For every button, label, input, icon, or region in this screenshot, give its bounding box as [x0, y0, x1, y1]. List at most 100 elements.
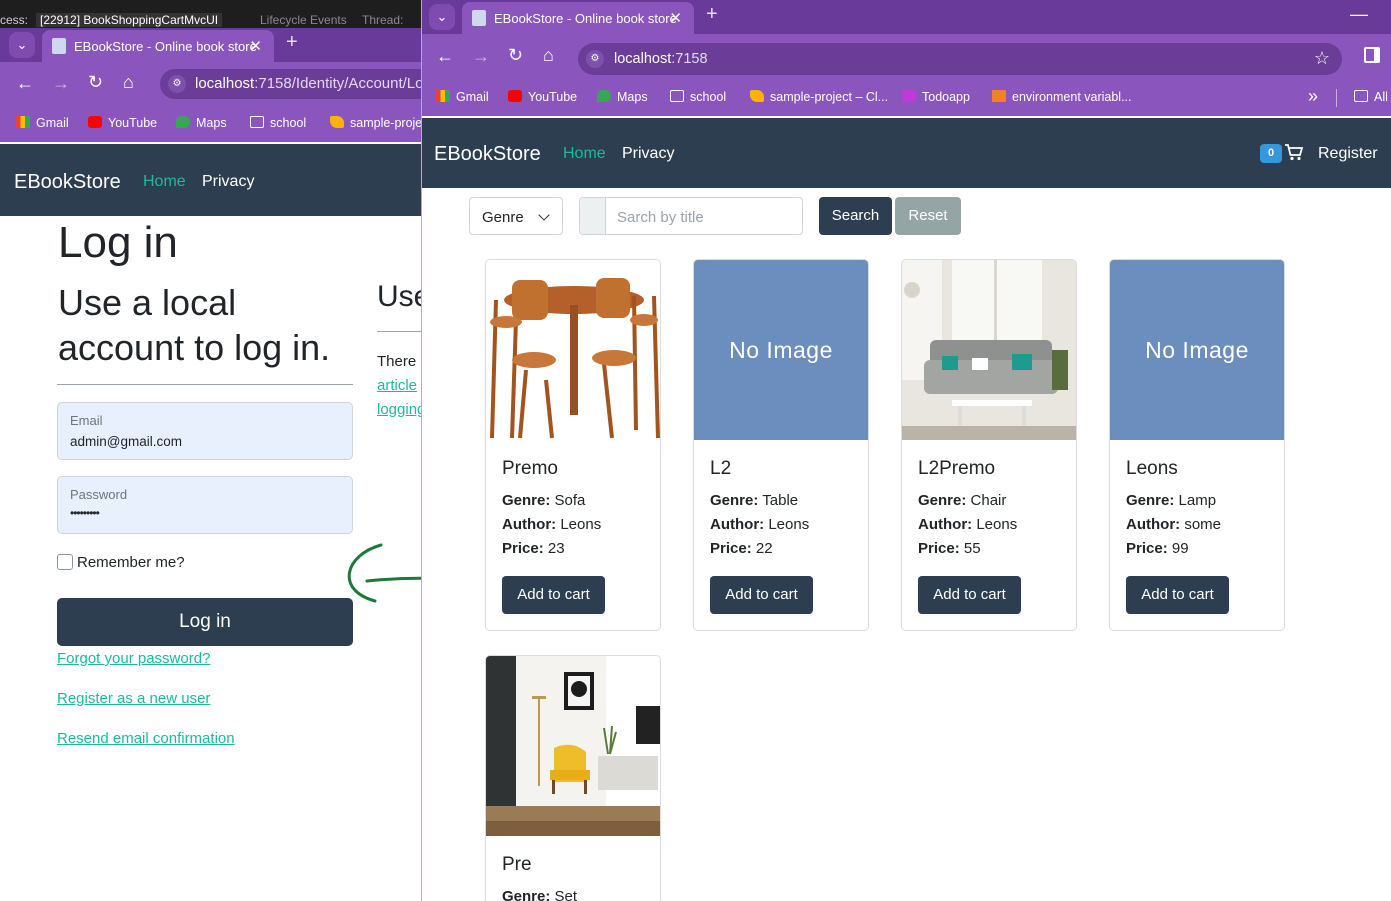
forward-arrow-icon[interactable]: →: [472, 46, 490, 67]
book-card: L2Premo Genre: Chair Author: Leons Price…: [901, 259, 1077, 631]
home-icon[interactable]: ⌂: [123, 72, 134, 93]
bookmark-environment[interactable]: environment variabl...: [992, 90, 1132, 104]
email-value[interactable]: admin@gmail.com: [70, 434, 182, 449]
reload-icon[interactable]: ↻: [508, 45, 523, 66]
no-image-placeholder: No Image: [694, 260, 868, 440]
nav-home[interactable]: Home: [143, 173, 186, 191]
bookmark-gmail[interactable]: Gmail: [16, 116, 69, 130]
password-field[interactable]: Password •••••••••: [57, 476, 353, 534]
bookmark-gmail[interactable]: Gmail: [436, 90, 489, 104]
search-input-group[interactable]: Sarch by title: [579, 197, 803, 235]
close-tab-icon[interactable]: ✕: [669, 9, 682, 27]
book-genre: Genre: Chair: [918, 492, 1007, 509]
bookmark-todoapp[interactable]: Todoapp: [902, 90, 970, 104]
folder-icon: [670, 90, 684, 102]
maps-icon: [176, 116, 190, 128]
login-subtitle: Use a local account to log in.: [58, 282, 331, 368]
ide-lifecycle-label[interactable]: Lifecycle Events: [260, 13, 347, 27]
external-login-logging-link[interactable]: logging: [377, 401, 425, 418]
book-image-table-chairs: [486, 260, 660, 440]
tab-search-chevron-icon[interactable]: ⌄: [9, 32, 35, 58]
add-to-cart-button[interactable]: Add to cart: [1126, 576, 1229, 614]
bookmarks-bar: Gmail YouTube Maps school sample-project…: [422, 80, 1391, 116]
book-title: L2: [710, 458, 732, 479]
bookmark-maps[interactable]: Maps: [597, 90, 648, 104]
email-field[interactable]: Email admin@gmail.com: [57, 402, 353, 460]
external-login-text: There: [377, 353, 417, 370]
external-login-article-link[interactable]: article: [377, 377, 417, 394]
genre-select[interactable]: Genre: [469, 197, 563, 235]
remember-me-label[interactable]: Remember me?: [77, 554, 185, 571]
side-panel-icon[interactable]: [1364, 47, 1380, 63]
nav-privacy[interactable]: Privacy: [202, 173, 254, 191]
ide-process-label: cess:: [0, 13, 29, 27]
book-image-sofa-room: [902, 260, 1076, 440]
address-bar[interactable]: ⚙ localhost:7158/Identity/Account/Log: [160, 69, 430, 99]
nav-privacy[interactable]: Privacy: [622, 145, 674, 163]
add-to-cart-button[interactable]: Add to cart: [502, 576, 605, 614]
add-to-cart-button[interactable]: Add to cart: [710, 576, 813, 614]
address-url: localhost:7158: [614, 51, 708, 67]
book-genre: Genre: Table: [710, 492, 799, 509]
back-arrow-icon[interactable]: ←: [16, 73, 34, 94]
login-submit-button[interactable]: Log in: [57, 598, 353, 646]
reload-icon[interactable]: ↻: [88, 72, 103, 93]
nav-register[interactable]: Register: [1318, 145, 1378, 163]
site-info-icon[interactable]: ⚙: [586, 50, 604, 68]
site-brand[interactable]: EBookStore: [14, 171, 121, 194]
book-card: No Image Leons Genre: Lamp Author: some …: [1109, 259, 1285, 631]
all-bookmarks-folder[interactable]: All: [1354, 90, 1388, 104]
register-link[interactable]: Register as a new user: [57, 690, 210, 707]
new-tab-icon[interactable]: +: [286, 31, 298, 54]
back-arrow-icon[interactable]: ←: [436, 46, 454, 67]
password-label: Password: [70, 487, 128, 502]
resend-confirmation-link[interactable]: Resend email confirmation: [57, 730, 235, 747]
address-url: localhost:7158/Identity/Account/Log: [195, 75, 430, 92]
close-tab-icon[interactable]: ✕: [249, 37, 262, 55]
bookmarks-separator: [1336, 89, 1337, 107]
browser-toolbar: ← → ↻ ⌂ ⚙ localhost:7158/Identity/Accoun…: [0, 62, 430, 106]
tab-title: EBookStore - Online book store: [494, 11, 677, 26]
more-bookmarks-icon[interactable]: »: [1308, 86, 1318, 107]
tab-search-chevron-icon[interactable]: ⌄: [429, 4, 455, 30]
browser-tab[interactable]: EBookStore - Online book store ✕: [462, 2, 694, 34]
search-input[interactable]: Sarch by title: [617, 209, 704, 226]
bookmark-youtube[interactable]: YouTube: [508, 90, 577, 104]
bookmark-star-icon[interactable]: ☆: [1314, 48, 1330, 69]
password-value[interactable]: •••••••••: [70, 506, 100, 520]
home-icon[interactable]: ⌂: [543, 45, 554, 66]
page-favicon-icon: [52, 38, 66, 54]
book-card: No Image L2 Genre: Table Author: Leons P…: [693, 259, 869, 631]
cart-icon[interactable]: [1284, 142, 1304, 162]
ide-toolbar-strip: cess: [22912] BookShoppingCartMvcUI Life…: [0, 0, 430, 28]
back-browser-window: ⌄ EBookStore - Online book store ✕ + ← →…: [0, 28, 430, 901]
remember-me-checkbox[interactable]: [57, 554, 73, 570]
ide-process-select[interactable]: [22912] BookShoppingCartMvcUI: [36, 13, 223, 27]
cart-count-badge[interactable]: 0: [1260, 144, 1282, 163]
forgot-password-link[interactable]: Forgot your password?: [57, 650, 210, 667]
add-to-cart-button[interactable]: Add to cart: [918, 576, 1021, 614]
address-bar[interactable]: ⚙ localhost:7158 ☆: [578, 43, 1342, 75]
bookmark-maps[interactable]: Maps: [176, 116, 227, 130]
new-tab-icon[interactable]: +: [706, 3, 718, 26]
bookmark-youtube[interactable]: YouTube: [88, 116, 157, 130]
nav-home[interactable]: Home: [563, 145, 606, 163]
minimize-window-icon[interactable]: —: [1350, 4, 1368, 25]
chevron-down-icon: [538, 209, 550, 221]
forward-arrow-icon[interactable]: →: [52, 73, 70, 94]
browser-tab[interactable]: EBookStore - Online book store ✕: [42, 30, 274, 62]
book-author: Author: Leons: [502, 516, 602, 533]
bookmark-school[interactable]: school: [670, 90, 726, 104]
youtube-icon: [88, 116, 102, 128]
book-title: L2Premo: [918, 458, 996, 479]
bookmark-sample-project[interactable]: sample-proje: [330, 116, 422, 130]
bookmark-school[interactable]: school: [250, 116, 306, 130]
reset-button[interactable]: Reset: [895, 197, 961, 235]
site-info-icon[interactable]: ⚙: [168, 75, 186, 93]
site-brand[interactable]: EBookStore: [434, 143, 541, 166]
firebase-icon: [750, 90, 764, 102]
book-genre: Genre: Set: [502, 888, 578, 901]
bookmark-sample-project[interactable]: sample-project – Cl...: [750, 90, 888, 104]
search-button[interactable]: Search: [819, 197, 892, 235]
book-author: Author: Leons: [918, 516, 1018, 533]
